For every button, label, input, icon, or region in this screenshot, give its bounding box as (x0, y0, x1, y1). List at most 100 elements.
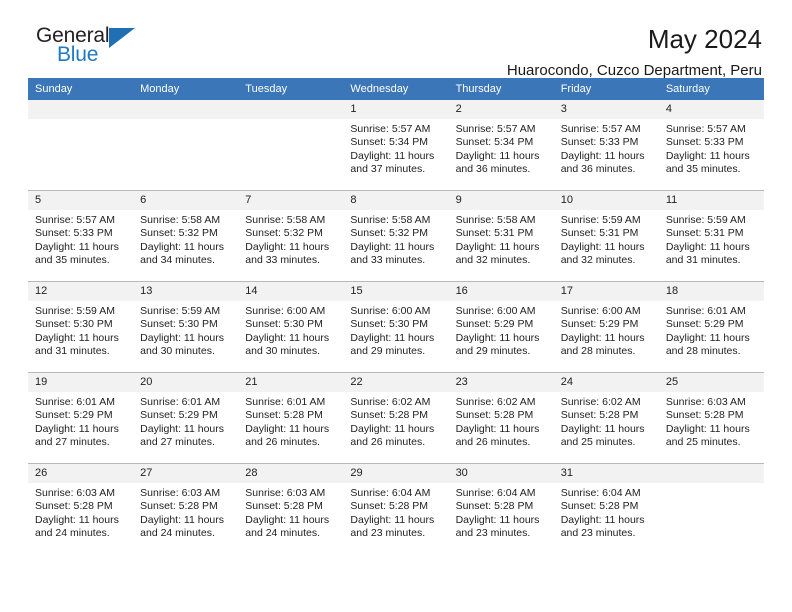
day-number: 8 (343, 191, 449, 210)
weekday-header-thursday: Thursday (448, 78, 554, 100)
sunset-text: Sunset: 5:29 PM (560, 318, 639, 331)
calendar-day-cell[interactable]: 11 Sunrise: 5:59 AM Sunset: 5:31 PM Dayligh… (658, 190, 764, 282)
calendar-day-cell[interactable]: 10 Sunrise: 5:59 AM Sunset: 5:31 PM Dayligh… (553, 190, 659, 282)
calendar-day-cell[interactable]: 15 Sunrise: 6:00 AM Sunset: 5:30 PM Dayligh… (343, 281, 449, 373)
sunrise-text: Sunrise: 6:04 AM (350, 487, 431, 499)
sunrise-text: Sunrise: 5:57 AM (455, 123, 536, 135)
day-details: Sunrise: 6:01 AM Sunset: 5:29 PM Daylight:… (28, 392, 133, 450)
daylight-text-line2: and 33 minutes. (245, 254, 320, 267)
calendar-day-cell[interactable]: 19 Sunrise: 6:01 AM Sunset: 5:29 PM Dayligh… (28, 372, 134, 464)
sunrise-text: Sunrise: 5:59 AM (560, 214, 641, 226)
sunset-text: Sunset: 5:29 PM (35, 409, 113, 422)
daylight-text-line1: Daylight: 11 hours (245, 240, 330, 253)
daylight-text-line2: and 24 minutes. (35, 527, 110, 540)
calendar-day-cell[interactable]: 2 Sunrise: 5:57 AM Sunset: 5:34 PM Daylight… (448, 100, 554, 191)
calendar-day-cell[interactable]: 25 Sunrise: 6:03 AM Sunset: 5:28 PM Dayligh… (658, 372, 764, 464)
day-details: Sunrise: 6:00 AM Sunset: 5:29 PM Daylight:… (554, 301, 659, 359)
daylight-text-line1: Daylight: 11 hours (455, 149, 540, 162)
day-number: 22 (343, 373, 449, 392)
day-number: 13 (133, 282, 239, 301)
day-details: Sunrise: 6:01 AM Sunset: 5:28 PM Daylight:… (238, 392, 343, 450)
calendar-day-cell[interactable]: 1 Sunrise: 5:57 AM Sunset: 5:34 PM Daylight… (343, 100, 449, 191)
calendar-day-cell[interactable]: 13 Sunrise: 5:59 AM Sunset: 5:30 PM Dayligh… (133, 281, 239, 373)
day-number: 1 (343, 100, 449, 119)
day-details: Sunrise: 5:57 AM Sunset: 5:34 PM Daylight:… (343, 119, 448, 177)
calendar-day-cell[interactable]: 31 Sunrise: 6:04 AM Sunset: 5:28 PM Dayligh… (553, 463, 659, 554)
calendar-day-cell[interactable]: 5 Sunrise: 5:57 AM Sunset: 5:33 PM Daylight… (28, 190, 134, 282)
sunrise-text: Sunrise: 5:59 AM (140, 305, 221, 317)
weekday-header-monday: Monday (133, 78, 239, 100)
day-details: Sunrise: 5:57 AM Sunset: 5:33 PM Daylight:… (28, 210, 133, 268)
calendar-day-cell[interactable]: 6 Sunrise: 5:58 AM Sunset: 5:32 PM Daylight… (133, 190, 239, 282)
calendar-day-cell[interactable]: 29 Sunrise: 6:04 AM Sunset: 5:28 PM Dayligh… (343, 463, 449, 554)
day-number: 11 (658, 191, 764, 210)
calendar-day-cell[interactable]: 3 Sunrise: 5:57 AM Sunset: 5:33 PM Daylight… (553, 100, 659, 191)
sunrise-text: Sunrise: 6:03 AM (665, 396, 746, 408)
calendar-day-cell[interactable]: 26 Sunrise: 6:03 AM Sunset: 5:28 PM Dayligh… (28, 463, 134, 554)
day-number: 19 (28, 373, 134, 392)
page-subtitle: Huarocondo, Cuzco Department, Peru (506, 62, 762, 79)
daylight-text-line2: and 34 minutes. (140, 254, 215, 267)
daylight-text-line2: and 23 minutes. (350, 527, 426, 540)
day-number (28, 100, 134, 119)
daylight-text-line1: Daylight: 11 hours (245, 422, 330, 435)
calendar-day-cell[interactable]: 24 Sunrise: 6:02 AM Sunset: 5:28 PM Dayligh… (553, 372, 659, 464)
calendar-week-row: 26 Sunrise: 6:03 AM Sunset: 5:28 PM Dayligh… (28, 463, 764, 554)
day-number: 16 (448, 282, 554, 301)
calendar-day-cell[interactable]: 14 Sunrise: 6:00 AM Sunset: 5:30 PM Dayligh… (238, 281, 344, 373)
calendar-day-cell[interactable]: 4 Sunrise: 5:57 AM Sunset: 5:33 PM Daylight… (658, 100, 764, 191)
sunrise-text: Sunrise: 6:00 AM (560, 305, 641, 317)
daylight-text-line1: Daylight: 11 hours (455, 513, 540, 526)
day-details: Sunrise: 5:58 AM Sunset: 5:31 PM Daylight:… (449, 210, 554, 268)
calendar-day-cell[interactable]: 18 Sunrise: 6:01 AM Sunset: 5:29 PM Dayligh… (658, 281, 764, 373)
daylight-text-line2: and 27 minutes. (35, 436, 110, 449)
daylight-text-line1: Daylight: 11 hours (140, 422, 224, 435)
calendar-day-cell[interactable]: 7 Sunrise: 5:58 AM Sunset: 5:32 PM Daylight… (238, 190, 344, 282)
sunset-text: Sunset: 5:28 PM (455, 500, 534, 513)
calendar-day-cell[interactable]: 30 Sunrise: 6:04 AM Sunset: 5:28 PM Dayligh… (448, 463, 554, 554)
daylight-text-line2: and 26 minutes. (245, 436, 320, 449)
sunset-text: Sunset: 5:34 PM (350, 136, 429, 149)
day-number: 5 (28, 191, 134, 210)
calendar-day-cell[interactable]: 21 Sunrise: 6:01 AM Sunset: 5:28 PM Dayligh… (238, 372, 344, 464)
calendar-day-cell[interactable]: 28 Sunrise: 6:03 AM Sunset: 5:28 PM Dayligh… (238, 463, 344, 554)
calendar-day-cell[interactable]: 16 Sunrise: 6:00 AM Sunset: 5:29 PM Dayligh… (448, 281, 554, 373)
daylight-text-line2: and 35 minutes. (35, 254, 110, 267)
calendar-page: General Blue May 2024 Huarocondo, Cuzco … (0, 0, 792, 612)
calendar-day-cell[interactable]: 8 Sunrise: 5:58 AM Sunset: 5:32 PM Daylight… (343, 190, 449, 282)
daylight-text-line2: and 27 minutes. (140, 436, 215, 449)
calendar-day-cell[interactable]: 27 Sunrise: 6:03 AM Sunset: 5:28 PM Dayligh… (133, 463, 239, 554)
daylight-text-line1: Daylight: 11 hours (35, 513, 119, 526)
calendar-day-cell[interactable]: 22 Sunrise: 6:02 AM Sunset: 5:28 PM Dayligh… (343, 372, 449, 464)
calendar-day-cell[interactable]: 17 Sunrise: 6:00 AM Sunset: 5:29 PM Dayligh… (553, 281, 659, 373)
calendar-day-cell[interactable]: 20 Sunrise: 6:01 AM Sunset: 5:29 PM Dayligh… (133, 372, 239, 464)
sunrise-text: Sunrise: 6:03 AM (140, 487, 221, 499)
calendar-day-cell-empty (133, 100, 239, 191)
calendar-day-cell[interactable]: 9 Sunrise: 5:58 AM Sunset: 5:31 PM Daylight… (448, 190, 554, 282)
daylight-text-line1: Daylight: 11 hours (35, 422, 119, 435)
daylight-text-line1: Daylight: 11 hours (350, 331, 435, 344)
day-number: 9 (448, 191, 554, 210)
day-number: 24 (553, 373, 659, 392)
sunrise-text: Sunrise: 5:57 AM (350, 123, 431, 135)
day-number: 10 (553, 191, 659, 210)
day-details: Sunrise: 5:58 AM Sunset: 5:32 PM Daylight:… (133, 210, 238, 268)
sunset-text: Sunset: 5:30 PM (35, 318, 113, 331)
weekday-header-saturday: Saturday (658, 78, 764, 100)
daylight-text-line1: Daylight: 11 hours (560, 422, 645, 435)
sunrise-text: Sunrise: 6:04 AM (455, 487, 536, 499)
daylight-text-line1: Daylight: 11 hours (665, 149, 750, 162)
day-number: 15 (343, 282, 449, 301)
sunrise-text: Sunrise: 6:02 AM (350, 396, 431, 408)
calendar-week-row: 12 Sunrise: 5:59 AM Sunset: 5:30 PM Dayligh… (28, 281, 764, 373)
daylight-text-line1: Daylight: 11 hours (455, 422, 540, 435)
general-blue-logo[interactable]: General Blue (28, 24, 148, 70)
calendar-day-cell[interactable]: 23 Sunrise: 6:02 AM Sunset: 5:28 PM Dayligh… (448, 372, 554, 464)
sunset-text: Sunset: 5:28 PM (455, 409, 534, 422)
sunset-text: Sunset: 5:33 PM (665, 136, 744, 149)
day-number: 14 (238, 282, 344, 301)
sunset-text: Sunset: 5:31 PM (560, 227, 639, 240)
daylight-text-line1: Daylight: 11 hours (350, 422, 435, 435)
calendar-day-cell[interactable]: 12 Sunrise: 5:59 AM Sunset: 5:30 PM Dayligh… (28, 281, 134, 373)
sunrise-text: Sunrise: 5:57 AM (665, 123, 746, 135)
